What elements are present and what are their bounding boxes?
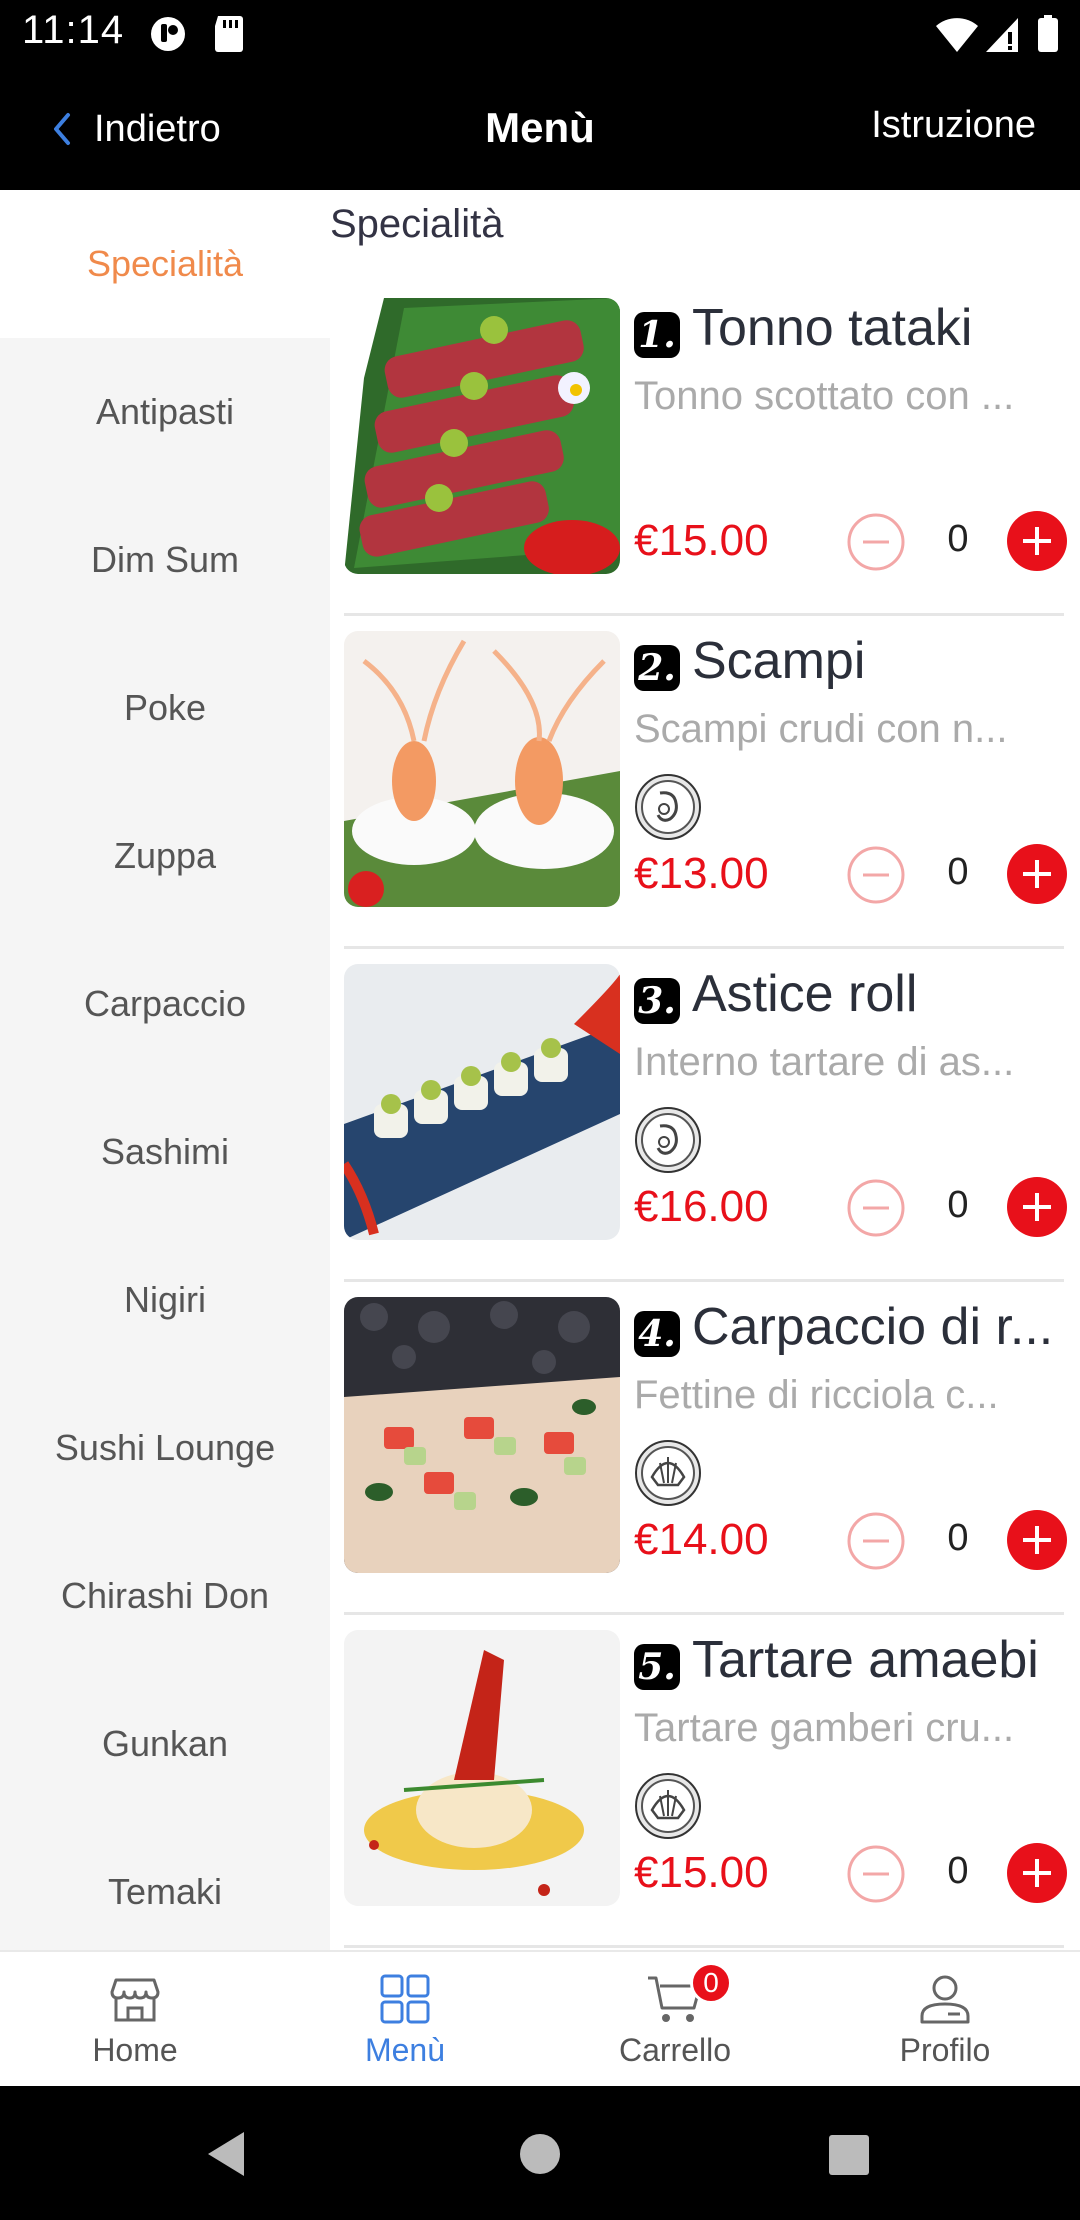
- sidebar-item-sushi-lounge[interactable]: Sushi Lounge: [0, 1374, 330, 1522]
- cart-count-badge: 0: [690, 1962, 732, 2004]
- section-title: Specialità: [330, 202, 504, 246]
- dish-image[interactable]: [344, 631, 620, 907]
- dish-card[interactable]: 5. Tartare amaebi Tartare gamberi cru...…: [344, 1616, 1067, 1948]
- tab-label: Home: [92, 2032, 178, 2068]
- back-button[interactable]: Indietro: [50, 102, 221, 156]
- status-time: 11:14: [22, 8, 125, 52]
- nav-recents-icon[interactable]: [828, 2134, 870, 2176]
- quantity-value: 0: [947, 1184, 969, 1226]
- dish-number: 3.: [634, 978, 680, 1024]
- system-navigation-bar: [0, 2086, 1080, 2220]
- sidebar-item-zuppa[interactable]: Zuppa: [0, 782, 330, 930]
- tab-label: Carrello: [618, 2032, 732, 2068]
- dish-card[interactable]: 2. Scampi Scampi crudi con n... €13.00 0: [344, 617, 1067, 949]
- sidebar-item-poke[interactable]: Poke: [0, 634, 330, 782]
- chevron-left-icon: [54, 113, 70, 145]
- sd-card-icon: [215, 16, 243, 52]
- dish-name: Carpaccio di r...: [692, 1298, 1054, 1356]
- bottom-tab-bar: Home Menù 0 Carrello Profilo: [0, 1950, 1080, 2086]
- increase-quantity-button[interactable]: [1006, 843, 1068, 905]
- shrimp-allergen-icon: [635, 774, 701, 840]
- sidebar-item-antipasti[interactable]: Antipasti: [0, 338, 330, 486]
- dish-description: Scampi crudi con n...: [634, 707, 1008, 751]
- store-icon: [110, 1978, 160, 2022]
- dish-description: Tartare gamberi cru...: [634, 1706, 1015, 1750]
- dish-image[interactable]: [344, 298, 620, 574]
- shrimp-allergen-icon: [635, 1107, 701, 1173]
- sidebar-item-chirashi-don[interactable]: Chirashi Don: [0, 1522, 330, 1670]
- instructions-button[interactable]: Istruzione: [871, 104, 1036, 147]
- sidebar-item-temaki[interactable]: Temaki: [0, 1818, 330, 1950]
- dish-number: 5.: [634, 1644, 680, 1690]
- dish-price: €15.00: [634, 516, 769, 565]
- sidebar-item-gunkan[interactable]: Gunkan: [0, 1670, 330, 1818]
- dish-image[interactable]: [344, 1297, 620, 1573]
- increase-quantity-button[interactable]: [1006, 510, 1068, 572]
- tab-cart[interactable]: 0 Carrello: [540, 1952, 810, 2086]
- tab-label: Menù: [364, 2032, 446, 2068]
- dish-price: €15.00: [634, 1848, 769, 1897]
- shell-allergen-icon: [635, 1773, 701, 1839]
- shell-allergen-icon: [635, 1440, 701, 1506]
- dish-price: €13.00: [634, 849, 769, 898]
- increase-quantity-button[interactable]: [1006, 1842, 1068, 1904]
- app-notification-icon: [151, 17, 185, 51]
- dish-card[interactable]: 4. Carpaccio di r... Fettine di ricciola…: [344, 1283, 1067, 1615]
- sidebar-item-specialita[interactable]: Specialità: [0, 190, 330, 338]
- dish-name: Tonno tataki: [692, 299, 973, 357]
- dish-card[interactable]: 3. Astice roll Interno tartare di as... …: [344, 950, 1067, 1282]
- dish-price: €14.00: [634, 1515, 769, 1564]
- dish-image[interactable]: [344, 1630, 620, 1906]
- increase-quantity-button[interactable]: [1006, 1509, 1068, 1571]
- nav-back-icon[interactable]: [204, 2130, 248, 2178]
- signal-icon: [986, 18, 1018, 52]
- increase-quantity-button[interactable]: [1006, 1176, 1068, 1238]
- dish-description: Interno tartare di as...: [634, 1040, 1015, 1084]
- tab-label: Profilo: [899, 2032, 991, 2068]
- dish-price: €16.00: [634, 1182, 769, 1231]
- decrease-quantity-button[interactable]: [846, 1511, 906, 1571]
- back-label: Indietro: [94, 107, 221, 150]
- grid-icon: [380, 1974, 430, 2024]
- quantity-value: 0: [947, 518, 969, 560]
- decrease-quantity-button[interactable]: [846, 1178, 906, 1238]
- dish-description: Fettine di ricciola c...: [634, 1373, 999, 1417]
- dish-name: Astice roll: [692, 965, 918, 1023]
- user-icon: [920, 1975, 970, 2024]
- category-sidebar: Specialità Antipasti Dim Sum Poke Zuppa …: [0, 190, 330, 1950]
- quantity-value: 0: [947, 1850, 969, 1892]
- wifi-icon: [936, 18, 978, 52]
- sidebar-item-dim-sum[interactable]: Dim Sum: [0, 486, 330, 634]
- dish-image[interactable]: [344, 964, 620, 1240]
- decrease-quantity-button[interactable]: [846, 512, 906, 572]
- dish-number: 2.: [634, 645, 680, 691]
- quantity-value: 0: [947, 1517, 969, 1559]
- tab-home[interactable]: Home: [0, 1952, 270, 2086]
- battery-icon: [1038, 15, 1058, 52]
- dish-number: 4.: [634, 1311, 680, 1357]
- dish-name: Scampi: [692, 632, 866, 690]
- sidebar-item-sashimi[interactable]: Sashimi: [0, 1078, 330, 1226]
- app-header: Indietro Menù Istruzione: [0, 66, 1080, 190]
- dish-card[interactable]: 1. Tonno tataki Tonno scottato con ... €…: [344, 284, 1067, 616]
- nav-home-icon[interactable]: [518, 2132, 562, 2176]
- sidebar-item-nigiri[interactable]: Nigiri: [0, 1226, 330, 1374]
- tab-profile[interactable]: Profilo: [810, 1952, 1080, 2086]
- sidebar-item-carpaccio[interactable]: Carpaccio: [0, 930, 330, 1078]
- dish-number: 1.: [634, 312, 680, 358]
- decrease-quantity-button[interactable]: [846, 1844, 906, 1904]
- quantity-value: 0: [947, 851, 969, 893]
- dish-name: Tartare amaebi: [692, 1631, 1039, 1689]
- dish-description: Tonno scottato con ...: [634, 374, 1015, 418]
- dish-list[interactable]: Specialità 1. Tonno tataki Tonno scottat…: [330, 190, 1080, 1950]
- tab-menu[interactable]: Menù: [270, 1952, 540, 2086]
- status-bar: 11:14: [0, 0, 1080, 66]
- decrease-quantity-button[interactable]: [846, 845, 906, 905]
